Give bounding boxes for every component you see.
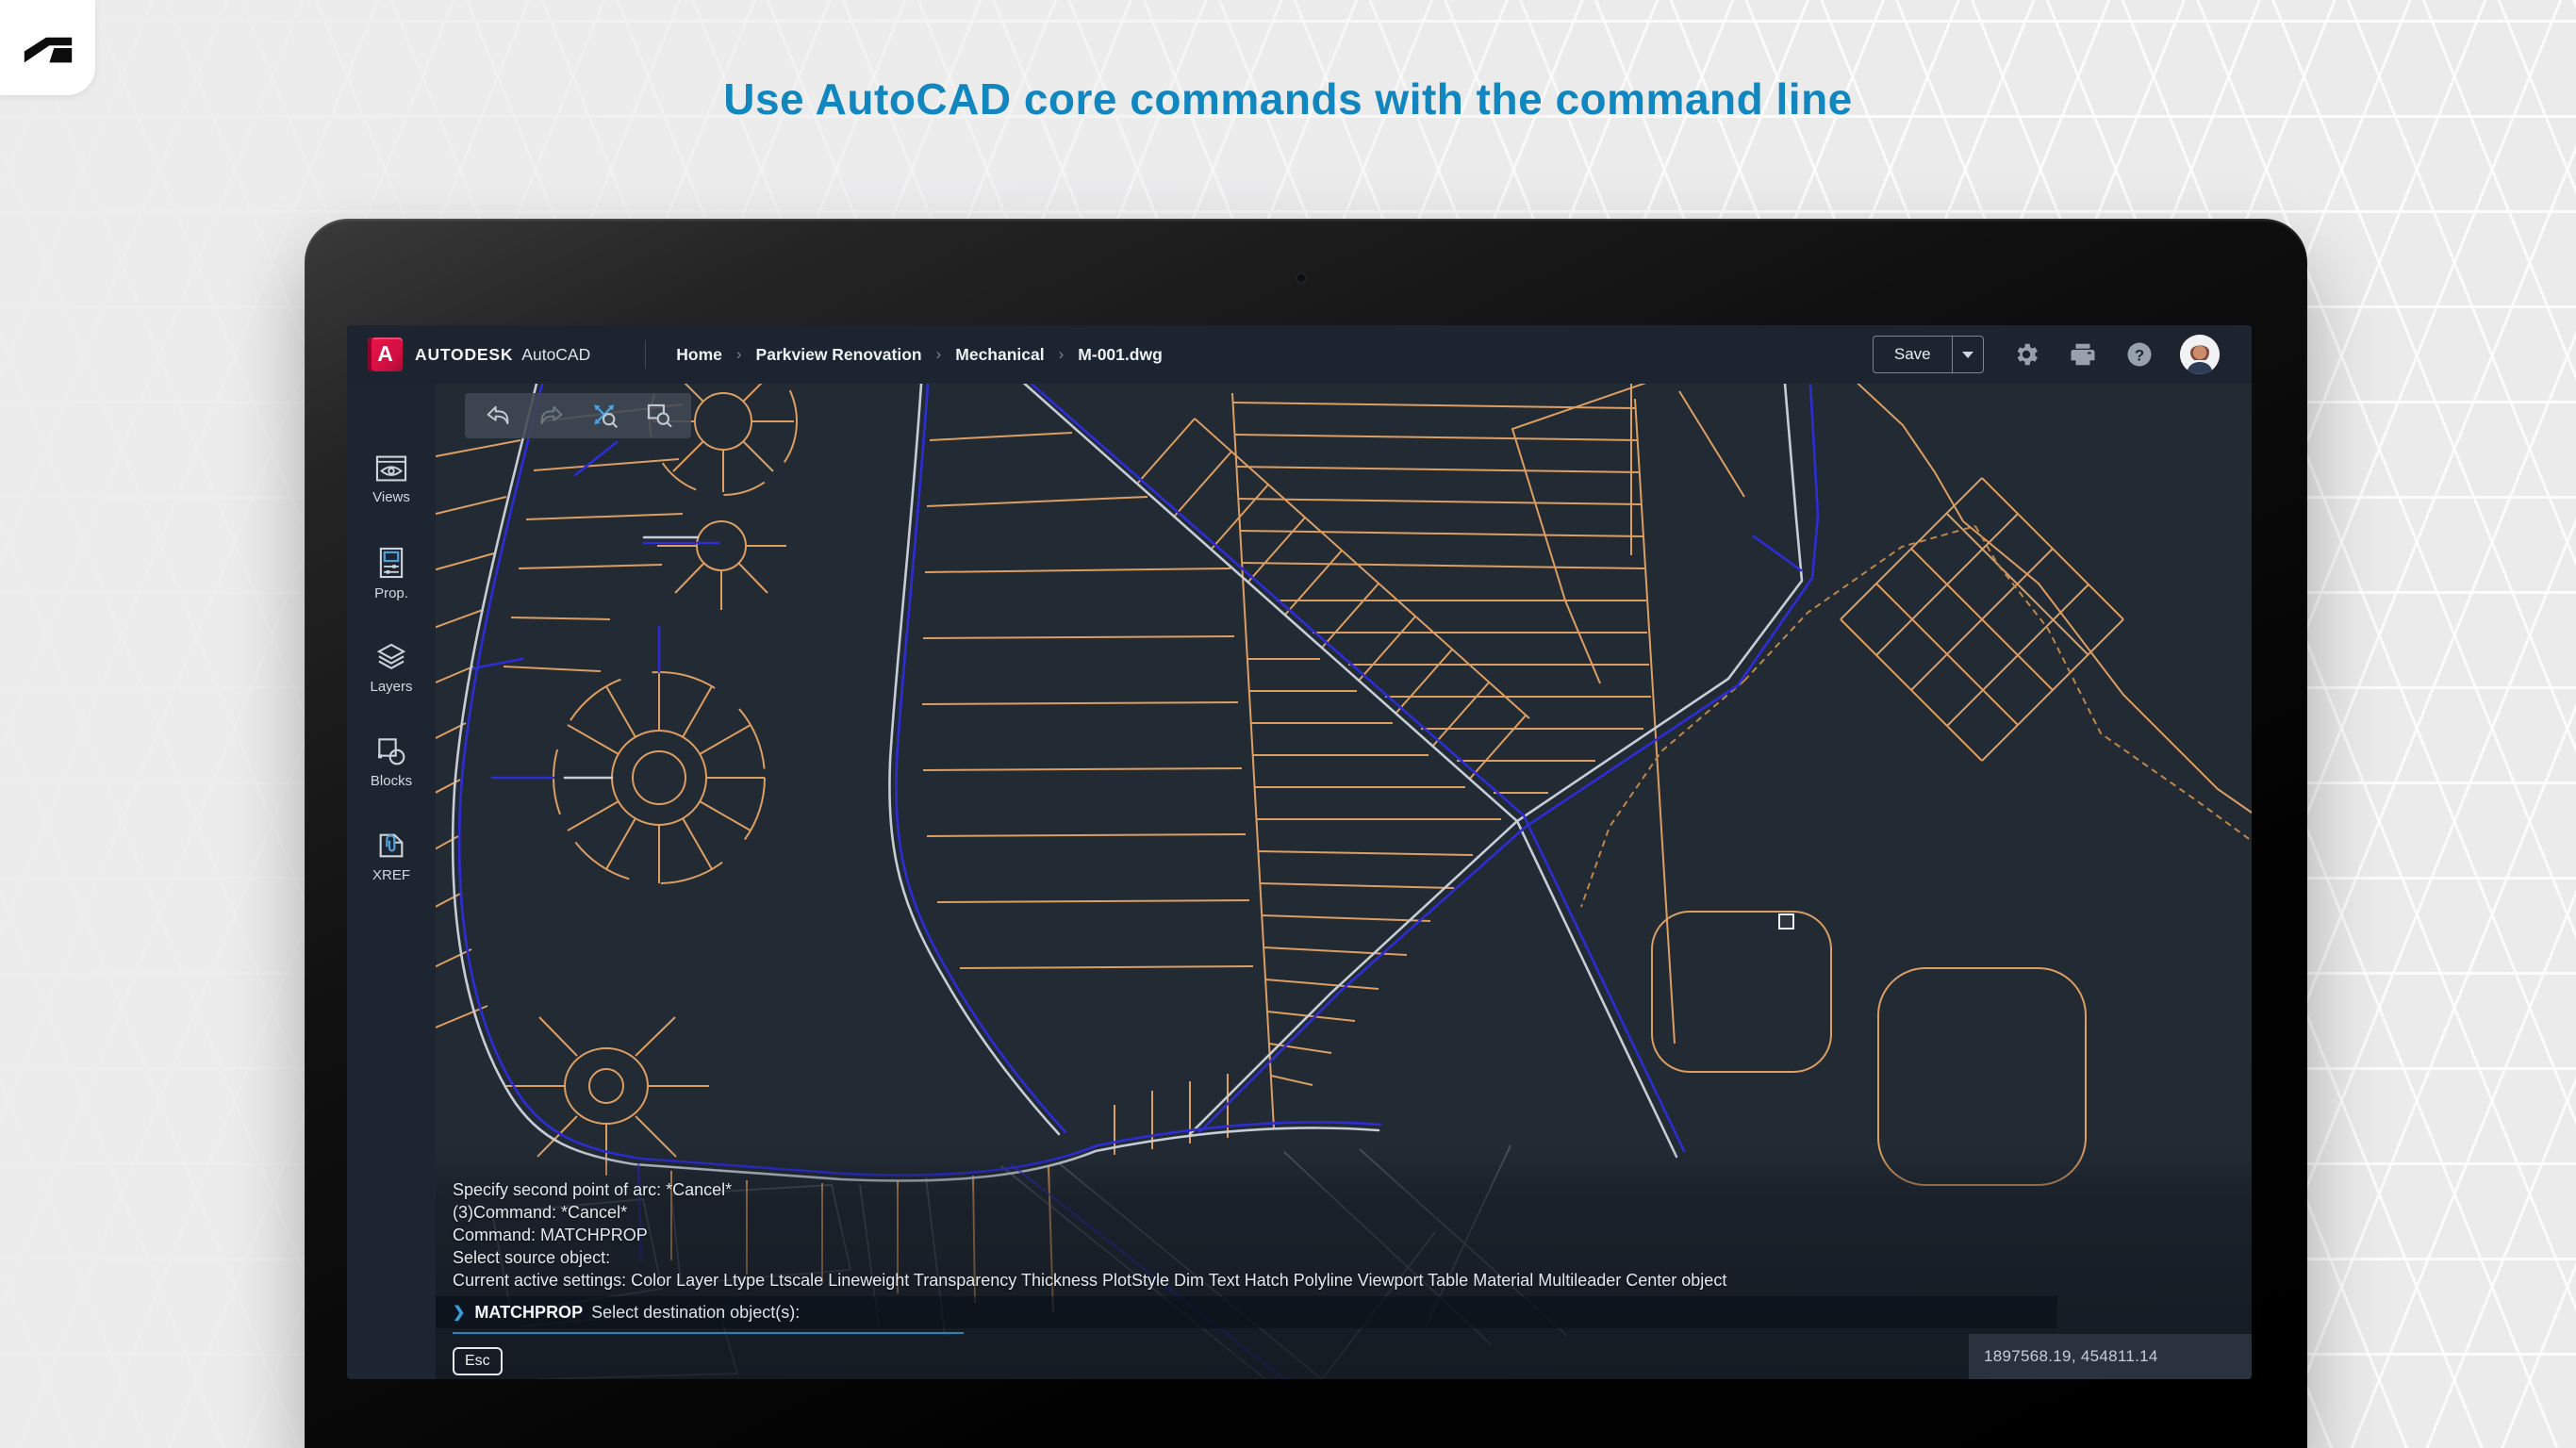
layers-icon [375, 642, 407, 672]
avatar-photo [2180, 335, 2220, 374]
esc-button[interactable]: Esc [453, 1347, 503, 1375]
active-command-name: MATCHPROP [474, 1303, 583, 1323]
sidebar-item-views[interactable]: Views [347, 433, 436, 527]
command-input-underline [453, 1332, 964, 1334]
statusbar-coordinates-panel: 1897568.19, 454811.14 [1969, 1334, 2252, 1379]
redo-icon [537, 402, 566, 430]
sidebar-item-blocks[interactable]: Blocks [347, 716, 436, 810]
sidebar-item-label: XREF [372, 867, 410, 883]
command-prompt-text: Select destination object(s): [591, 1303, 800, 1323]
autocad-logo-badge[interactable]: A [368, 337, 403, 371]
breadcrumb-home[interactable]: Home [676, 345, 722, 365]
prompt-chevron-icon: ❯ [453, 1303, 465, 1322]
left-sidebar: Views Prop. Layers [347, 384, 436, 1379]
help-button[interactable]: ? [2125, 340, 2154, 369]
undo-icon [484, 402, 512, 430]
autodesk-logo-card [0, 0, 95, 95]
command-history-line: (3)Command: *Cancel* [453, 1201, 1726, 1224]
command-history-line: Command: MATCHPROP [453, 1224, 1726, 1246]
sidebar-item-layers[interactable]: Layers [347, 621, 436, 716]
brand-product: AutoCAD [521, 345, 590, 365]
gear-icon [2012, 340, 2040, 369]
svg-text:?: ? [2135, 346, 2144, 364]
printer-icon [2069, 340, 2097, 369]
breadcrumb-separator-icon: › [936, 345, 942, 364]
command-history: Specify second point of arc: *Cancel* (3… [453, 1178, 1726, 1292]
command-input-row[interactable]: ❯ MATCHPROP Select destination object(s)… [436, 1296, 2057, 1328]
sidebar-item-label: Prop. [374, 585, 408, 601]
undo-button[interactable] [482, 400, 514, 432]
canvas-toolbar [465, 393, 691, 438]
zoom-extents-button[interactable] [589, 400, 621, 432]
save-dropdown-button[interactable] [1953, 337, 1983, 372]
save-button[interactable]: Save [1874, 345, 1952, 364]
app-header: A AUTODESK AutoCAD Home › Parkview Renov… [347, 325, 2252, 384]
breadcrumb-project[interactable]: Parkview Renovation [756, 345, 922, 365]
map-boundary-dashed [1581, 526, 2252, 907]
autodesk-logo-icon [15, 21, 81, 75]
command-history-line: Specify second point of arc: *Cancel* [453, 1178, 1726, 1201]
user-avatar[interactable] [2180, 335, 2220, 374]
sidebar-item-label: Views [372, 489, 410, 505]
zoom-window-button[interactable] [643, 400, 675, 432]
header-divider [645, 340, 646, 369]
zoom-window-icon [644, 401, 674, 431]
autocad-logo-letter: A [368, 341, 403, 367]
sidebar-item-label: Layers [370, 679, 412, 695]
zoom-extents-icon [590, 401, 620, 431]
cursor-coordinates: 1897568.19, 454811.14 [1984, 1347, 2158, 1366]
command-history-line: Select source object: [453, 1246, 1726, 1269]
autocad-app-window: A AUTODESK AutoCAD Home › Parkview Renov… [347, 325, 2252, 1379]
xref-icon [376, 831, 406, 861]
sidebar-item-properties[interactable]: Prop. [347, 527, 436, 621]
command-history-line: Current active settings: Color Layer Lty… [453, 1269, 1726, 1292]
laptop-camera [1296, 273, 1306, 283]
breadcrumb-current-file: M-001.dwg [1078, 345, 1162, 365]
drawing-canvas[interactable]: Specify second point of arc: *Cancel* (3… [436, 384, 2252, 1379]
chevron-down-icon [1962, 352, 1973, 358]
save-split-button: Save [1873, 336, 1984, 373]
pickbox-cursor [1778, 913, 1794, 930]
sidebar-item-label: Blocks [371, 773, 412, 789]
properties-icon [377, 547, 405, 579]
breadcrumb: Home › Parkview Renovation › Mechanical … [676, 345, 1163, 365]
breadcrumb-separator-icon: › [1059, 345, 1065, 364]
help-icon: ? [2125, 339, 2154, 370]
header-actions: Save [1873, 335, 2220, 374]
laptop-frame: A AUTODESK AutoCAD Home › Parkview Renov… [305, 219, 2307, 1448]
redo-button[interactable] [536, 400, 568, 432]
sidebar-item-xref[interactable]: XREF [347, 810, 436, 904]
views-icon [375, 454, 407, 483]
breadcrumb-folder[interactable]: Mechanical [955, 345, 1044, 365]
breadcrumb-separator-icon: › [736, 345, 742, 364]
print-button[interactable] [2069, 340, 2097, 369]
page-title: Use AutoCAD core commands with the comma… [0, 74, 2576, 124]
blocks-icon [376, 736, 406, 766]
brand-autodesk: AUTODESK [415, 345, 513, 365]
settings-gear-button[interactable] [2012, 340, 2040, 369]
